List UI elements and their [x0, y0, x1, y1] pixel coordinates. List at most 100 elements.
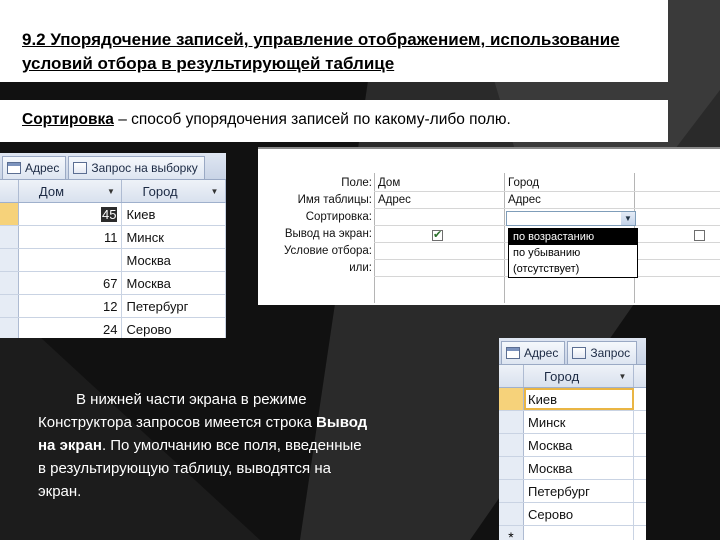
row-selector[interactable]	[499, 480, 524, 502]
cell-gorod[interactable]: Серово	[524, 503, 634, 525]
cell-gorod[interactable]: Киев	[524, 388, 634, 410]
datasheet-left: Адрес Запрос на выборку Дом ▼ Город ▼ 45 Ки…	[0, 153, 226, 338]
field-col2[interactable]: Город	[508, 177, 539, 189]
cell-value: 45	[101, 206, 118, 222]
query-icon	[572, 347, 587, 359]
row-selector[interactable]	[499, 457, 524, 479]
label-table: Имя таблицы:	[297, 194, 372, 206]
definition: Сортировка – способ упорядочения записей…	[22, 111, 511, 129]
cell-dom[interactable]: 12	[19, 295, 123, 317]
cell-gorod[interactable]: Петербург	[524, 480, 634, 502]
table-row[interactable]: 11 Минск	[0, 226, 226, 249]
tab-address[interactable]: Адрес	[2, 156, 67, 179]
row-selector[interactable]	[0, 272, 19, 294]
column-label: Дом	[38, 183, 65, 199]
tab-label: Адрес	[524, 346, 559, 360]
sort-option-ascending[interactable]: по возрастанию	[509, 229, 637, 245]
label-or: или:	[349, 262, 372, 274]
column-header-dom[interactable]: Дом ▼	[19, 180, 123, 202]
label-show: Вывод на экран:	[284, 228, 372, 240]
tab-label: Запрос	[590, 346, 631, 360]
sort-option-none[interactable]: (отсутствует)	[509, 261, 637, 277]
column-header-row: Дом ▼ Город ▼	[0, 180, 226, 203]
show-checkbox-col1[interactable]	[432, 228, 443, 241]
table-row[interactable]: 12 Петербург	[0, 295, 226, 318]
paragraph-text: В нижней части экрана в режиме Конструкт…	[38, 391, 317, 431]
table-row[interactable]: Киев	[499, 388, 646, 411]
select-all-corner[interactable]	[0, 180, 19, 202]
select-all-corner[interactable]	[499, 365, 524, 387]
tab-query[interactable]: Запрос на выборку	[68, 156, 205, 179]
cell-gorod[interactable]: Москва	[122, 249, 226, 271]
row-selector[interactable]	[0, 318, 19, 338]
row-labels: Поле: Имя таблицы: Сортировка: Вывод на …	[258, 175, 372, 277]
table-row[interactable]: Минск	[499, 411, 646, 434]
cell-gorod[interactable]: Москва	[524, 434, 634, 456]
definition-panel: Сортировка – способ упорядочения записей…	[0, 100, 668, 142]
row-selector[interactable]	[499, 411, 524, 433]
label-criteria: Условие отбора:	[283, 245, 372, 257]
row-selector[interactable]	[499, 503, 524, 525]
column-header-gorod[interactable]: Город ▼	[524, 365, 634, 387]
table-row[interactable]: 67 Москва	[0, 272, 226, 295]
cell-dom[interactable]	[19, 249, 123, 271]
cell-gorod[interactable]: Серово	[122, 318, 226, 338]
chevron-down-icon[interactable]: ▼	[621, 212, 635, 225]
definition-term: Сортировка	[22, 111, 114, 128]
cell-gorod[interactable]: Москва	[524, 457, 634, 479]
cell-gorod[interactable]: Петербург	[122, 295, 226, 317]
table-row[interactable]: Серово	[499, 503, 646, 526]
cell-gorod[interactable]: Минск	[524, 411, 634, 433]
tab-label: Адрес	[25, 161, 60, 175]
sort-dropdown[interactable]: ▼	[506, 211, 636, 226]
row-selector[interactable]	[0, 226, 19, 248]
cell-dom[interactable]: 11	[19, 226, 123, 248]
field-col1[interactable]: Дом	[378, 177, 400, 189]
row-selector[interactable]	[0, 203, 19, 225]
sort-options-list: по возрастанию по убыванию (отсутствует)	[508, 228, 638, 278]
table-row[interactable]: Москва	[499, 457, 646, 480]
cell-dom[interactable]: 45	[19, 203, 123, 225]
column-header-gorod[interactable]: Город ▼	[122, 180, 226, 202]
tab-bar: Адрес Запрос на выборку	[0, 153, 226, 180]
column-header-row: Город ▼	[499, 365, 646, 388]
grid-row-divider	[374, 208, 720, 209]
cell-new[interactable]	[524, 526, 634, 540]
cell-dom[interactable]: 24	[19, 318, 123, 338]
cell-gorod[interactable]: Москва	[122, 272, 226, 294]
table-col2[interactable]: Адрес	[508, 194, 541, 206]
show-checkbox-col3[interactable]	[694, 230, 705, 241]
chevron-down-icon[interactable]: ▼	[616, 370, 629, 383]
row-selector[interactable]	[499, 434, 524, 456]
row-selector[interactable]	[0, 249, 19, 271]
table-row[interactable]: Москва	[499, 434, 646, 457]
table-row[interactable]: 45 Киев	[0, 203, 226, 226]
datasheet-right: Адрес Запрос Город ▼ Киев Минск Москва Мо…	[499, 338, 646, 540]
query-design-grid: Поле: Имя таблицы: Сортировка: Вывод на …	[258, 147, 720, 305]
sort-option-descending[interactable]: по убыванию	[509, 245, 637, 261]
definition-text: – способ упорядочения записей по какому-…	[113, 111, 511, 128]
new-record-row[interactable]: *	[499, 526, 646, 540]
chevron-down-icon[interactable]: ▼	[208, 185, 221, 198]
query-icon	[73, 162, 88, 174]
slide-title: 9.2 Упорядочение записей, управление ото…	[22, 30, 620, 73]
label-sort: Сортировка:	[305, 211, 372, 223]
table-row[interactable]: Петербург	[499, 480, 646, 503]
tab-label: Запрос на выборку	[91, 161, 198, 175]
row-selector[interactable]	[0, 295, 19, 317]
tab-address[interactable]: Адрес	[501, 341, 566, 364]
new-record-marker: *	[499, 526, 524, 540]
table-row[interactable]: 24 Серово	[0, 318, 226, 338]
table-col1[interactable]: Адрес	[378, 194, 411, 206]
title-panel: 9.2 Упорядочение записей, управление ото…	[0, 0, 668, 82]
table-icon	[506, 347, 520, 359]
cell-dom[interactable]: 67	[19, 272, 123, 294]
table-row[interactable]: Москва	[0, 249, 226, 272]
cell-gorod[interactable]: Киев	[122, 203, 226, 225]
cell-gorod[interactable]: Минск	[122, 226, 226, 248]
row-selector[interactable]	[499, 388, 524, 410]
label-field: Поле:	[341, 177, 372, 189]
chevron-down-icon[interactable]: ▼	[104, 185, 117, 198]
tab-query[interactable]: Запрос	[567, 341, 638, 364]
grid-column-divider	[374, 173, 375, 303]
